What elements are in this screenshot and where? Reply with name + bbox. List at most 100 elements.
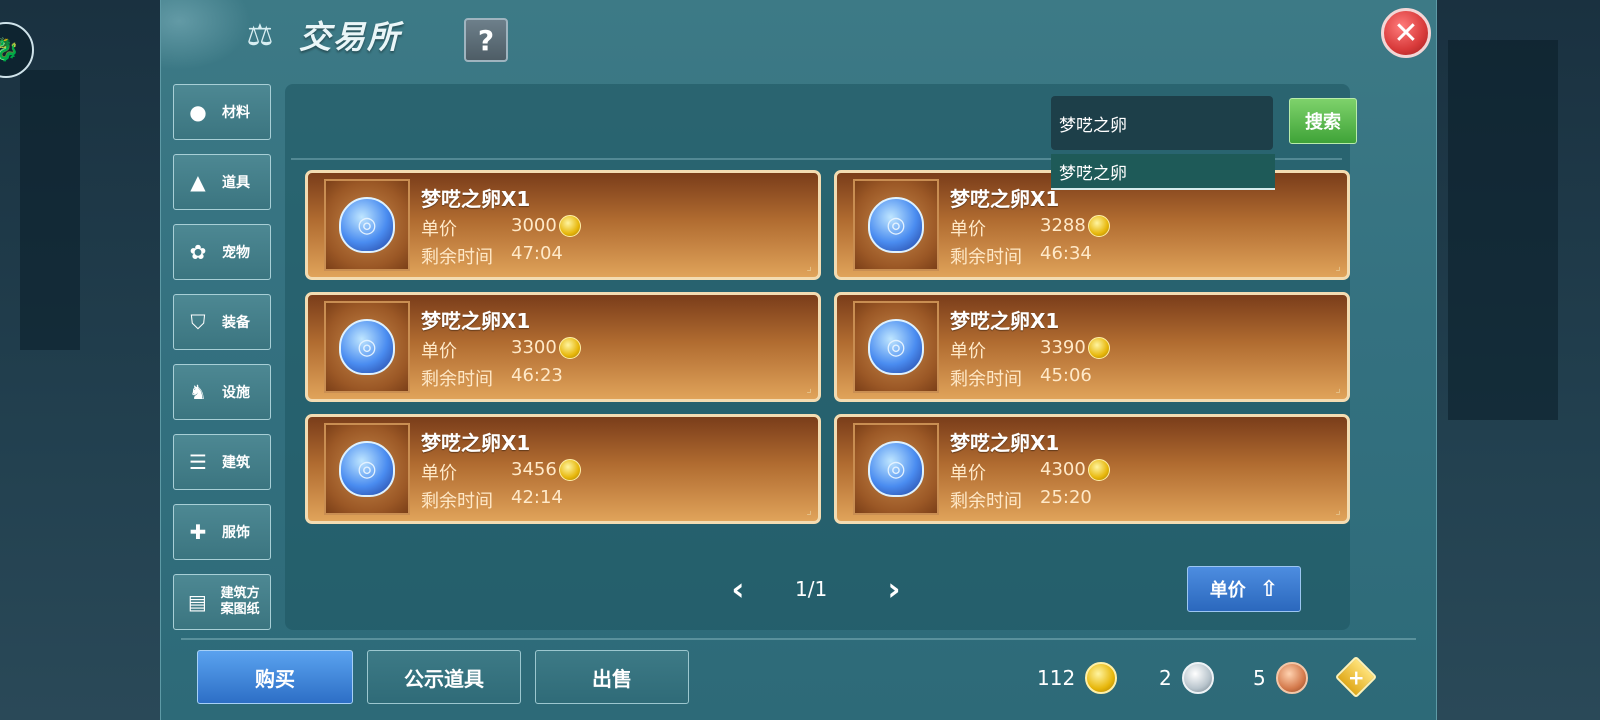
time-row: 剩余时间 46:23 <box>421 365 563 391</box>
category-label: 服饰 <box>222 525 250 541</box>
sort-by-price-button[interactable]: 单价 ⇧ <box>1187 566 1301 612</box>
price-row: 单价 3456 <box>421 459 581 485</box>
listing-card[interactable]: ◎ 梦呓之卵X1 单价 3000 剩余时间 47:04 ⌟ <box>305 170 821 280</box>
time-label: 剩余时间 <box>421 369 493 390</box>
category-label: 建筑方案图纸 <box>220 586 260 617</box>
price-value: 3300 <box>511 337 557 358</box>
price-row: 单价 4300 <box>950 459 1110 485</box>
page-indicator: 1/1 <box>795 577 828 601</box>
time-label: 剩余时间 <box>950 369 1022 390</box>
dream-egg-icon: ◎ <box>868 441 924 497</box>
item-frame: ◎ <box>324 179 410 271</box>
silver-coin-icon <box>1181 662 1214 694</box>
copper-balance: 5 <box>1253 662 1308 694</box>
category-blueprints[interactable]: ▤ 建筑方案图纸 <box>173 574 271 630</box>
add-currency-button[interactable]: + <box>1334 655 1378 699</box>
listing-card[interactable]: ◎ 梦呓之卵X1 单价 3390 剩余时间 45:06 ⌟ <box>834 292 1350 402</box>
background-left: 🐉 <box>0 0 160 720</box>
category-pets[interactable]: ✿ 宠物 <box>173 224 271 280</box>
search-suggestion[interactable]: 梦呓之卵 <box>1051 154 1275 190</box>
next-page-button[interactable]: › <box>879 570 909 608</box>
price-value: 3288 <box>1040 215 1086 236</box>
exchange-panel: ⚖ 交易所 ? ✕ ● 材料 ▲ 道具 ✿ 宠物 ⛉ 装备 ♞ 设施 ☰ 建筑 <box>160 0 1437 720</box>
price-label: 单价 <box>950 463 986 484</box>
gold-coin-icon <box>1087 337 1110 359</box>
facility-icon: ♞ <box>189 380 207 404</box>
dream-egg-icon: ◎ <box>868 319 924 375</box>
time-value: 47:04 <box>511 243 563 264</box>
corner-mark-icon: ⌟ <box>1335 381 1341 395</box>
price-row: 单价 3288 <box>950 215 1110 241</box>
time-row: 剩余时间 47:04 <box>421 243 563 269</box>
gold-coin-icon <box>1087 215 1110 237</box>
category-label: 装备 <box>222 315 250 331</box>
time-row: 剩余时间 46:34 <box>950 243 1092 269</box>
price-label: 单价 <box>421 219 457 240</box>
copper-amount: 5 <box>1253 666 1266 690</box>
gold-coin-icon <box>558 337 581 359</box>
item-name: 梦呓之卵X1 <box>950 187 1060 211</box>
silver-balance: 2 <box>1159 662 1214 694</box>
sell-tab[interactable]: 出售 <box>535 650 689 704</box>
search-input[interactable]: 梦呓之卵 <box>1051 96 1273 150</box>
divider <box>181 638 1416 640</box>
item-frame: ◎ <box>853 423 939 515</box>
category-sidebar: ● 材料 ▲ 道具 ✿ 宠物 ⛉ 装备 ♞ 设施 ☰ 建筑 ✚ 服饰 ▤ 建筑方 <box>173 84 273 644</box>
price-label: 单价 <box>421 463 457 484</box>
equipment-icon: ⛉ <box>190 310 206 334</box>
price-value: 4300 <box>1040 459 1086 480</box>
category-label: 材料 <box>222 105 250 121</box>
corner-mark-icon: ⌟ <box>1335 503 1341 517</box>
page-title: 交易所 <box>299 18 402 56</box>
time-row: 剩余时间 45:06 <box>950 365 1092 391</box>
search-button[interactable]: 搜索 <box>1289 98 1357 144</box>
category-clothing[interactable]: ✚ 服饰 <box>173 504 271 560</box>
price-value: 3390 <box>1040 337 1086 358</box>
listing-card[interactable]: ◎ 梦呓之卵X1 单价 3300 剩余时间 46:23 ⌟ <box>305 292 821 402</box>
price-row: 单价 3300 <box>421 337 581 363</box>
category-items[interactable]: ▲ 道具 <box>173 154 271 210</box>
chevron-left-icon: ‹ <box>731 570 745 608</box>
item-name: 梦呓之卵X1 <box>421 309 531 333</box>
time-label: 剩余时间 <box>950 491 1022 512</box>
corner-mark-icon: ⌟ <box>806 381 812 395</box>
category-materials[interactable]: ● 材料 <box>173 84 271 140</box>
background-pillar <box>20 70 80 350</box>
listing-area: 梦呓之卵 搜索 梦呓之卵 ◎ 梦呓之卵X1 单价 3000 剩余时间 47:04… <box>285 84 1357 630</box>
gold-balance: 112 <box>1037 662 1118 694</box>
dream-egg-icon: ◎ <box>339 319 395 375</box>
corner-mark-icon: ⌟ <box>1335 259 1341 273</box>
time-label: 剩余时间 <box>950 247 1022 268</box>
buy-tab[interactable]: 购买 <box>197 650 353 704</box>
prev-page-button[interactable]: ‹ <box>723 570 753 608</box>
item-flask-icon: ▲ <box>190 170 206 194</box>
sort-label: 单价 <box>1209 580 1246 601</box>
announce-items-tab[interactable]: 公示道具 <box>367 650 521 704</box>
close-button[interactable]: ✕ <box>1381 8 1431 58</box>
dream-egg-icon: ◎ <box>339 441 395 497</box>
category-equipment[interactable]: ⛉ 装备 <box>173 294 271 350</box>
category-facilities[interactable]: ♞ 设施 <box>173 364 271 420</box>
listing-card[interactable]: ◎ 梦呓之卵X1 单价 3456 剩余时间 42:14 ⌟ <box>305 414 821 524</box>
plus-icon: + <box>1347 664 1365 689</box>
time-value: 25:20 <box>1040 487 1092 508</box>
scale-icon: ⚖ <box>246 17 274 53</box>
price-label: 单价 <box>950 341 986 362</box>
background-pillar <box>1448 40 1558 420</box>
building-icon: ☰ <box>189 450 207 474</box>
item-name: 梦呓之卵X1 <box>421 431 531 455</box>
gold-coin-icon <box>1087 459 1110 481</box>
listing-card[interactable]: ◎ 梦呓之卵X1 单价 4300 剩余时间 25:20 ⌟ <box>834 414 1350 524</box>
category-buildings[interactable]: ☰ 建筑 <box>173 434 271 490</box>
item-frame: ◎ <box>853 179 939 271</box>
price-label: 单价 <box>950 219 986 240</box>
gold-coin-icon <box>1085 662 1118 694</box>
header: ⚖ 交易所 ? ✕ <box>161 0 1436 78</box>
item-name: 梦呓之卵X1 <box>950 309 1060 333</box>
corner-mark-icon: ⌟ <box>806 259 812 273</box>
item-name: 梦呓之卵X1 <box>421 187 531 211</box>
time-value: 46:23 <box>511 365 563 386</box>
help-button[interactable]: ? <box>464 18 508 62</box>
price-label: 单价 <box>421 341 457 362</box>
category-label: 建筑 <box>222 455 250 471</box>
